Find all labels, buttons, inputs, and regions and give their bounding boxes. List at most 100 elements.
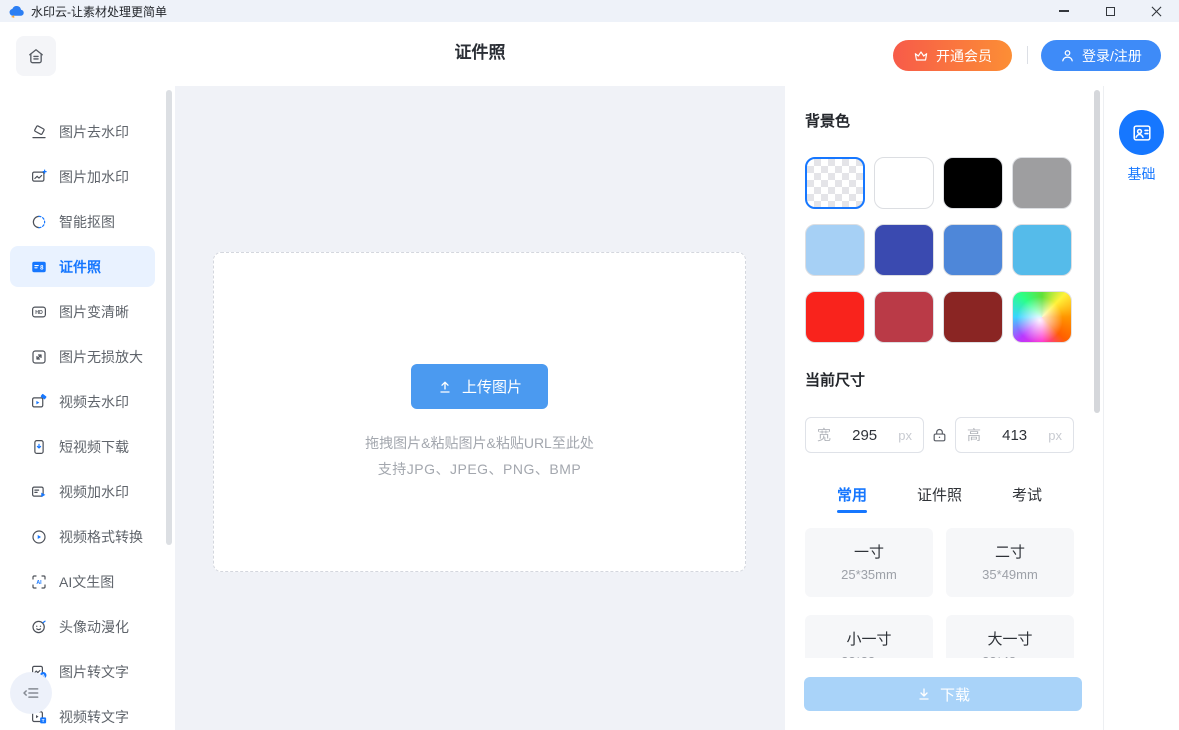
- basic-mode-label: 基础: [1104, 164, 1179, 184]
- swatch-dark-red[interactable]: [943, 291, 1003, 343]
- window-controls: [1041, 0, 1179, 22]
- sidebar-tool-list: 图片去水印 图片加水印 智能抠图: [0, 86, 175, 730]
- swatch-red[interactable]: [805, 291, 865, 343]
- lock-icon: [931, 427, 948, 444]
- maximize-button[interactable]: [1087, 0, 1133, 22]
- cutout-icon: [30, 213, 48, 231]
- app-header: 证件照 开通会员 登录/注册: [0, 22, 1179, 86]
- swatch-gray[interactable]: [1012, 157, 1072, 209]
- workspace: 上传图片 拖拽图片&粘贴图片&粘贴URL至此处 支持JPG、JPEG、PNG、B…: [175, 86, 785, 730]
- settings-panel: 背景色 当前尺寸 宽 295 px: [785, 86, 1103, 730]
- aspect-lock-button[interactable]: [924, 427, 955, 444]
- sidebar-item-video-watermark-add[interactable]: 视频加水印: [0, 469, 175, 514]
- swatch-crimson[interactable]: [874, 291, 934, 343]
- width-input[interactable]: 宽 295 px: [805, 417, 924, 453]
- close-button[interactable]: [1133, 0, 1179, 22]
- sidebar-item-smart-cutout[interactable]: 智能抠图: [0, 199, 175, 244]
- minimize-icon: [1059, 10, 1069, 12]
- id-card-icon: 8: [30, 258, 48, 276]
- image-plus-icon: [30, 168, 48, 186]
- sidebar-item-avatar-cartoonize[interactable]: 头像动漫化: [0, 604, 175, 649]
- sidebar-item-label: 图片变清晰: [59, 302, 129, 322]
- app-logo-cloud-icon: [8, 4, 25, 18]
- home-icon: [26, 46, 46, 66]
- sidebar-item-video-watermark-remove[interactable]: 视频去水印: [0, 379, 175, 424]
- width-value[interactable]: 295: [831, 427, 898, 444]
- home-button[interactable]: [16, 36, 56, 76]
- upload-image-button[interactable]: 上传图片: [411, 364, 548, 409]
- basic-mode-button[interactable]: [1119, 110, 1164, 155]
- swatch-black[interactable]: [943, 157, 1003, 209]
- swatch-sky-blue[interactable]: [1012, 224, 1072, 276]
- tab-common[interactable]: 常用: [837, 484, 867, 513]
- sidebar-item-id-photo[interactable]: 8 证件照: [10, 246, 155, 287]
- swatch-custom-color-picker[interactable]: [1012, 291, 1072, 343]
- upload-icon: [437, 379, 453, 395]
- settings-panel-scrollbar[interactable]: [1094, 90, 1100, 413]
- svg-text:HD: HD: [35, 310, 43, 316]
- sidebar-item-label: 短视频下载: [59, 437, 129, 457]
- header-divider: [1027, 46, 1028, 64]
- sidebar-item-label: 视频去水印: [59, 392, 129, 412]
- sidebar-item-video-format-convert[interactable]: 视频格式转换: [0, 514, 175, 559]
- eraser-icon: [30, 123, 48, 141]
- swatch-transparent[interactable]: [805, 157, 865, 209]
- sidebar-item-short-video-download[interactable]: 短视频下载: [0, 424, 175, 469]
- sidebar-item-lossless-enlarge[interactable]: 图片无损放大: [0, 334, 175, 379]
- swatch-light-blue[interactable]: [805, 224, 865, 276]
- open-vip-label: 开通会员: [936, 46, 992, 66]
- sidebar-item-label: 图片转文字: [59, 662, 129, 682]
- minimize-button[interactable]: [1041, 0, 1087, 22]
- swatch-white[interactable]: [874, 157, 934, 209]
- preset-one-inch[interactable]: 一寸 25*35mm: [805, 528, 933, 597]
- preset-name: 一寸: [805, 541, 933, 562]
- preset-name: 小一寸: [805, 628, 933, 649]
- portrait-photo-icon: [1131, 122, 1153, 144]
- login-register-label: 登录/注册: [1082, 46, 1142, 66]
- height-value[interactable]: 413: [981, 427, 1048, 444]
- preset-size: 25*35mm: [805, 567, 933, 582]
- crown-icon: [913, 49, 929, 63]
- login-register-button[interactable]: 登录/注册: [1041, 40, 1161, 71]
- tab-id-photo[interactable]: 证件照: [917, 484, 962, 513]
- background-color-title: 背景色: [805, 110, 850, 131]
- video-eraser-icon: [30, 393, 48, 411]
- width-unit: px: [898, 428, 912, 443]
- cartoon-face-icon: [30, 618, 48, 636]
- width-label: 宽: [817, 425, 831, 445]
- enlarge-icon: [30, 348, 48, 366]
- swatch-medium-blue[interactable]: [943, 224, 1003, 276]
- ai-image-icon: AI: [30, 573, 48, 591]
- sidebar-item-label: 头像动漫化: [59, 617, 129, 637]
- swatch-royal-blue[interactable]: [874, 224, 934, 276]
- page-title: 证件照: [175, 22, 785, 86]
- size-inputs-row: 宽 295 px 高 413 px: [805, 417, 1074, 453]
- preset-two-inch[interactable]: 二寸 35*49mm: [946, 528, 1074, 597]
- sidebar-item-image-enhance[interactable]: HD 图片变清晰: [0, 289, 175, 334]
- background-color-grid: [805, 157, 1072, 343]
- upload-dropzone[interactable]: 上传图片 拖拽图片&粘贴图片&粘贴URL至此处 支持JPG、JPEG、PNG、B…: [213, 252, 746, 572]
- format-convert-icon: [30, 528, 48, 546]
- mode-rail: 基础: [1103, 86, 1179, 730]
- download-button[interactable]: 下载: [804, 677, 1082, 711]
- sidebar-item-label: 图片加水印: [59, 167, 129, 187]
- hd-icon: HD: [30, 303, 48, 321]
- close-icon: [1151, 6, 1162, 17]
- download-bar: 下载: [785, 658, 1103, 730]
- sidebar-collapse-button[interactable]: [10, 672, 52, 714]
- sidebar-item-label: 智能抠图: [59, 212, 115, 232]
- supported-formats-hint: 支持JPG、JPEG、PNG、BMP: [378, 459, 581, 479]
- tab-exam[interactable]: 考试: [1012, 484, 1042, 513]
- sidebar-item-image-watermark-remove[interactable]: 图片去水印: [0, 109, 175, 154]
- window-title: 水印云-让素材处理更简单: [31, 3, 167, 20]
- user-icon: [1060, 48, 1075, 63]
- open-vip-button[interactable]: 开通会员: [893, 40, 1012, 71]
- sidebar-item-ai-text-to-image[interactable]: AI AI文生图: [0, 559, 175, 604]
- titlebar: 水印云-让素材处理更简单: [0, 0, 1179, 22]
- preset-name: 大一寸: [946, 628, 1074, 649]
- sidebar-item-label: 视频转文字: [59, 707, 129, 727]
- sidebar-scrollbar[interactable]: [166, 90, 172, 545]
- size-category-tabs: 常用 证件照 考试: [837, 484, 1042, 513]
- height-input[interactable]: 高 413 px: [955, 417, 1074, 453]
- sidebar-item-image-watermark-add[interactable]: 图片加水印: [0, 154, 175, 199]
